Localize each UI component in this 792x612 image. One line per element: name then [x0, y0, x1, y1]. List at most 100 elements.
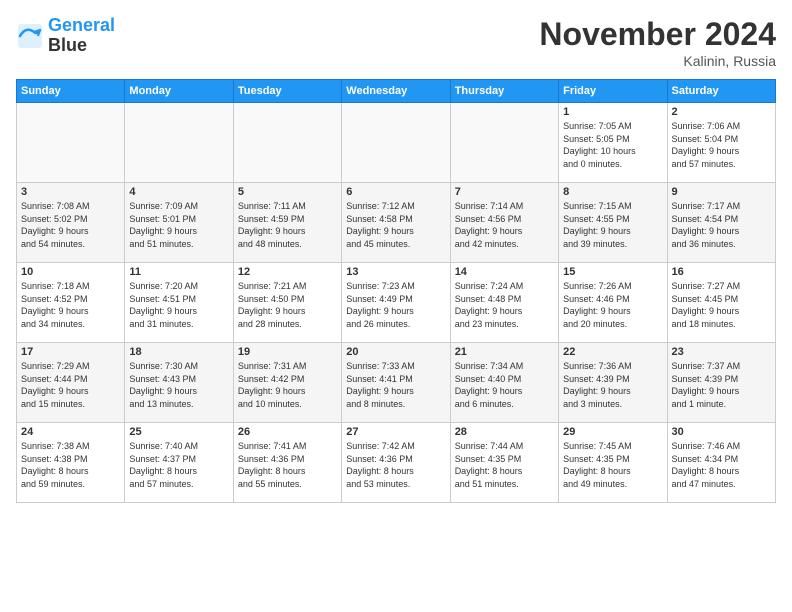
calendar-day-header: Sunday — [17, 80, 125, 103]
cell-daylight-info: Sunrise: 7:24 AM Sunset: 4:48 PM Dayligh… — [455, 280, 554, 330]
day-number: 4 — [129, 186, 228, 198]
calendar-cell: 15 Sunrise: 7:26 AM Sunset: 4:46 PM Dayli… — [559, 263, 667, 343]
day-number: 23 — [672, 346, 771, 358]
day-number: 5 — [238, 186, 337, 198]
cell-daylight-info: Sunrise: 7:06 AM Sunset: 5:04 PM Dayligh… — [672, 120, 771, 170]
calendar-cell — [17, 103, 125, 183]
day-number: 15 — [563, 266, 662, 278]
cell-daylight-info: Sunrise: 7:45 AM Sunset: 4:35 PM Dayligh… — [563, 440, 662, 490]
cell-daylight-info: Sunrise: 7:33 AM Sunset: 4:41 PM Dayligh… — [346, 360, 445, 410]
calendar-cell: 1 Sunrise: 7:05 AM Sunset: 5:05 PM Daylig… — [559, 103, 667, 183]
cell-daylight-info: Sunrise: 7:27 AM Sunset: 4:45 PM Dayligh… — [672, 280, 771, 330]
day-number: 21 — [455, 346, 554, 358]
calendar-cell: 4 Sunrise: 7:09 AM Sunset: 5:01 PM Daylig… — [125, 183, 233, 263]
day-number: 7 — [455, 186, 554, 198]
calendar-cell: 17 Sunrise: 7:29 AM Sunset: 4:44 PM Dayli… — [17, 343, 125, 423]
calendar-week-row: 24Sunrise: 7:38 AM Sunset: 4:38 PM Dayli… — [17, 423, 776, 503]
day-number: 2 — [672, 106, 771, 118]
cell-daylight-info: Sunrise: 7:38 AM Sunset: 4:38 PM Dayligh… — [21, 440, 120, 490]
calendar-cell: 10Sunrise: 7:18 AM Sunset: 4:52 PM Dayli… — [17, 263, 125, 343]
calendar-day-header: Wednesday — [342, 80, 450, 103]
calendar-week-row: 10Sunrise: 7:18 AM Sunset: 4:52 PM Dayli… — [17, 263, 776, 343]
day-number: 29 — [563, 426, 662, 438]
cell-daylight-info: Sunrise: 7:34 AM Sunset: 4:40 PM Dayligh… — [455, 360, 554, 410]
calendar-cell: 29 Sunrise: 7:45 AM Sunset: 4:35 PM Dayli… — [559, 423, 667, 503]
calendar-cell: 8 Sunrise: 7:15 AM Sunset: 4:55 PM Daylig… — [559, 183, 667, 263]
page: General Blue November 2024 Kalinin, Russ… — [0, 0, 792, 612]
cell-daylight-info: Sunrise: 7:29 AM Sunset: 4:44 PM Dayligh… — [21, 360, 120, 410]
cell-daylight-info: Sunrise: 7:17 AM Sunset: 4:54 PM Dayligh… — [672, 200, 771, 250]
calendar-cell: 22 Sunrise: 7:36 AM Sunset: 4:39 PM Dayli… — [559, 343, 667, 423]
calendar-day-header: Friday — [559, 80, 667, 103]
calendar-cell: 24Sunrise: 7:38 AM Sunset: 4:38 PM Dayli… — [17, 423, 125, 503]
day-number: 25 — [129, 426, 228, 438]
cell-daylight-info: Sunrise: 7:12 AM Sunset: 4:58 PM Dayligh… — [346, 200, 445, 250]
calendar-day-header: Saturday — [667, 80, 775, 103]
calendar-cell: 11Sunrise: 7:20 AM Sunset: 4:51 PM Dayli… — [125, 263, 233, 343]
calendar-cell: 3Sunrise: 7:08 AM Sunset: 5:02 PM Daylig… — [17, 183, 125, 263]
cell-daylight-info: Sunrise: 7:46 AM Sunset: 4:34 PM Dayligh… — [672, 440, 771, 490]
day-number: 1 — [563, 106, 662, 118]
calendar-header-row: SundayMondayTuesdayWednesdayThursdayFrid… — [17, 80, 776, 103]
cell-daylight-info: Sunrise: 7:42 AM Sunset: 4:36 PM Dayligh… — [346, 440, 445, 490]
calendar-cell: 21 Sunrise: 7:34 AM Sunset: 4:40 PM Dayli… — [450, 343, 558, 423]
calendar-cell: 6Sunrise: 7:12 AM Sunset: 4:58 PM Daylig… — [342, 183, 450, 263]
calendar-cell — [125, 103, 233, 183]
day-number: 14 — [455, 266, 554, 278]
day-number: 28 — [455, 426, 554, 438]
calendar-cell: 26Sunrise: 7:41 AM Sunset: 4:36 PM Dayli… — [233, 423, 341, 503]
day-number: 19 — [238, 346, 337, 358]
location: Kalinin, Russia — [539, 53, 776, 69]
calendar-day-header: Thursday — [450, 80, 558, 103]
day-number: 13 — [346, 266, 445, 278]
calendar-table: SundayMondayTuesdayWednesdayThursdayFrid… — [16, 79, 776, 503]
calendar-cell: 14 Sunrise: 7:24 AM Sunset: 4:48 PM Dayli… — [450, 263, 558, 343]
day-number: 9 — [672, 186, 771, 198]
cell-daylight-info: Sunrise: 7:09 AM Sunset: 5:01 PM Dayligh… — [129, 200, 228, 250]
logo: General Blue — [16, 16, 115, 56]
cell-daylight-info: Sunrise: 7:18 AM Sunset: 4:52 PM Dayligh… — [21, 280, 120, 330]
cell-daylight-info: Sunrise: 7:36 AM Sunset: 4:39 PM Dayligh… — [563, 360, 662, 410]
day-number: 16 — [672, 266, 771, 278]
calendar-cell: 7Sunrise: 7:14 AM Sunset: 4:56 PM Daylig… — [450, 183, 558, 263]
calendar-week-row: 3Sunrise: 7:08 AM Sunset: 5:02 PM Daylig… — [17, 183, 776, 263]
calendar-cell — [233, 103, 341, 183]
day-number: 18 — [129, 346, 228, 358]
calendar-cell: 13Sunrise: 7:23 AM Sunset: 4:49 PM Dayli… — [342, 263, 450, 343]
calendar-cell — [450, 103, 558, 183]
calendar-cell: 12Sunrise: 7:21 AM Sunset: 4:50 PM Dayli… — [233, 263, 341, 343]
calendar-cell — [342, 103, 450, 183]
calendar-cell: 20 Sunrise: 7:33 AM Sunset: 4:41 PM Dayli… — [342, 343, 450, 423]
day-number: 26 — [238, 426, 337, 438]
day-number: 3 — [21, 186, 120, 198]
month-title: November 2024 — [539, 16, 776, 53]
cell-daylight-info: Sunrise: 7:37 AM Sunset: 4:39 PM Dayligh… — [672, 360, 771, 410]
calendar-week-row: 17 Sunrise: 7:29 AM Sunset: 4:44 PM Dayli… — [17, 343, 776, 423]
day-number: 22 — [563, 346, 662, 358]
cell-daylight-info: Sunrise: 7:30 AM Sunset: 4:43 PM Dayligh… — [129, 360, 228, 410]
day-number: 30 — [672, 426, 771, 438]
calendar-cell: 27 Sunrise: 7:42 AM Sunset: 4:36 PM Dayli… — [342, 423, 450, 503]
cell-daylight-info: Sunrise: 7:20 AM Sunset: 4:51 PM Dayligh… — [129, 280, 228, 330]
cell-daylight-info: Sunrise: 7:21 AM Sunset: 4:50 PM Dayligh… — [238, 280, 337, 330]
logo-icon — [16, 22, 44, 50]
header: General Blue November 2024 Kalinin, Russ… — [16, 16, 776, 69]
cell-daylight-info: Sunrise: 7:31 AM Sunset: 4:42 PM Dayligh… — [238, 360, 337, 410]
calendar-cell: 28 Sunrise: 7:44 AM Sunset: 4:35 PM Dayli… — [450, 423, 558, 503]
day-number: 27 — [346, 426, 445, 438]
calendar-cell: 25Sunrise: 7:40 AM Sunset: 4:37 PM Dayli… — [125, 423, 233, 503]
cell-daylight-info: Sunrise: 7:26 AM Sunset: 4:46 PM Dayligh… — [563, 280, 662, 330]
calendar-cell: 16 Sunrise: 7:27 AM Sunset: 4:45 PM Dayli… — [667, 263, 775, 343]
day-number: 8 — [563, 186, 662, 198]
day-number: 20 — [346, 346, 445, 358]
calendar-cell: 2 Sunrise: 7:06 AM Sunset: 5:04 PM Daylig… — [667, 103, 775, 183]
calendar-week-row: 1 Sunrise: 7:05 AM Sunset: 5:05 PM Daylig… — [17, 103, 776, 183]
calendar-cell: 23 Sunrise: 7:37 AM Sunset: 4:39 PM Dayli… — [667, 343, 775, 423]
cell-daylight-info: Sunrise: 7:44 AM Sunset: 4:35 PM Dayligh… — [455, 440, 554, 490]
calendar-cell: 19 Sunrise: 7:31 AM Sunset: 4:42 PM Dayli… — [233, 343, 341, 423]
calendar-cell: 18 Sunrise: 7:30 AM Sunset: 4:43 PM Dayli… — [125, 343, 233, 423]
cell-daylight-info: Sunrise: 7:05 AM Sunset: 5:05 PM Dayligh… — [563, 120, 662, 170]
calendar-cell: 30 Sunrise: 7:46 AM Sunset: 4:34 PM Dayli… — [667, 423, 775, 503]
cell-daylight-info: Sunrise: 7:15 AM Sunset: 4:55 PM Dayligh… — [563, 200, 662, 250]
day-number: 17 — [21, 346, 120, 358]
